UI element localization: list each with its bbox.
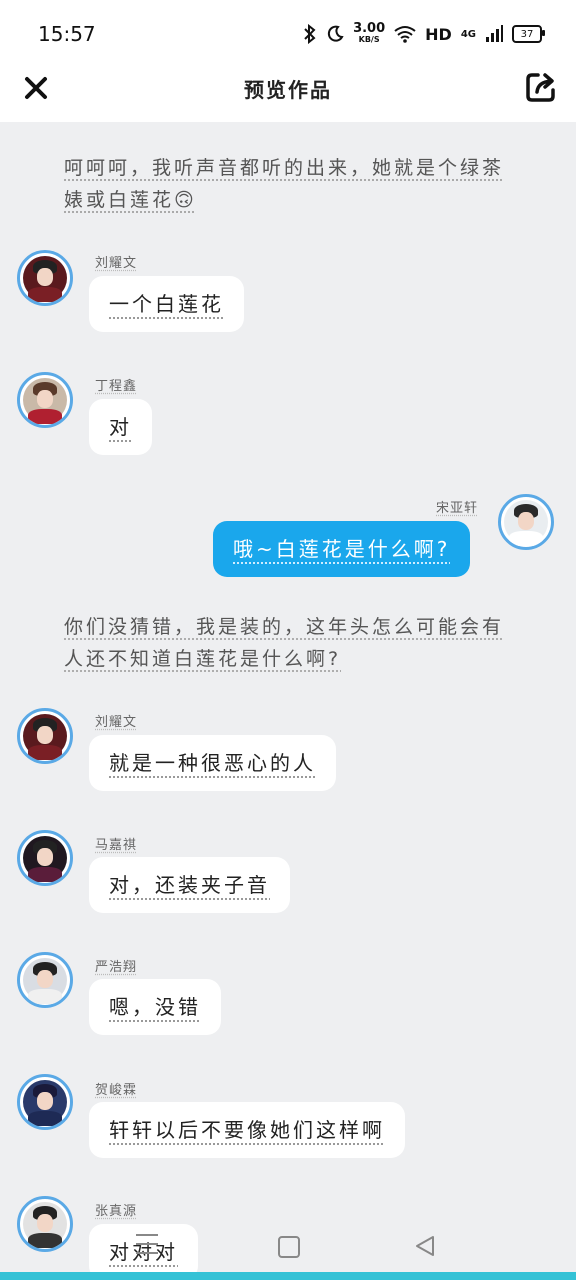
avatar[interactable]	[17, 1074, 73, 1130]
narration-text: 你们没猜错，我是装的，这年头怎么可能会有人还不知道白莲花是什么啊?	[64, 616, 505, 670]
status-time: 15:57	[38, 22, 96, 46]
sender-name: 马嘉祺	[95, 838, 138, 853]
system-nav-bar	[0, 1222, 576, 1272]
message-bubble[interactable]: 轩轩以后不要像她们这样啊	[89, 1102, 405, 1158]
message-bubble[interactable]: 对，还装夹子音	[89, 857, 290, 913]
status-icons: 3.00 KB/S HD 4G 37	[303, 20, 545, 48]
bottom-accent-bar	[0, 1272, 576, 1280]
avatar[interactable]	[498, 494, 554, 550]
avatar[interactable]	[17, 372, 73, 428]
back-icon[interactable]	[414, 1234, 436, 1258]
share-icon[interactable]	[524, 70, 558, 104]
chat-preview[interactable]: 呵呵呵，我听声音都听的出来，她就是个绿茶婊或白莲花🙃 刘耀文 一个白莲花 丁程鑫…	[0, 122, 576, 1280]
net-speed: 3.00 KB/S	[353, 21, 386, 44]
sender-name: 张真源	[95, 1204, 138, 1219]
avatar[interactable]	[17, 708, 73, 764]
message-bubble[interactable]: 对	[89, 399, 152, 455]
battery-icon: 37	[512, 25, 545, 43]
avatar[interactable]	[17, 952, 73, 1008]
sender-name: 贺峻霖	[95, 1083, 138, 1098]
signal-icon	[486, 25, 503, 42]
avatar[interactable]	[17, 250, 73, 306]
sender-name: 严浩翔	[95, 960, 138, 975]
message-bubble[interactable]: 一个白莲花	[89, 276, 244, 332]
sender-name: 刘耀文	[95, 256, 138, 271]
sender-name: 刘耀文	[95, 715, 138, 730]
hd-badge: HD	[425, 24, 452, 44]
network-type: 4G	[460, 28, 476, 40]
sender-name: 宋亚轩	[436, 501, 479, 516]
message-bubble[interactable]: 就是一种很恶心的人	[89, 735, 336, 791]
app-bar: 预览作品	[0, 64, 576, 122]
sender-name: 丁程鑫	[95, 379, 138, 394]
page-title: 预览作品	[244, 78, 332, 102]
moon-icon	[327, 25, 344, 42]
home-icon[interactable]	[278, 1236, 300, 1258]
menu-icon[interactable]	[136, 1234, 158, 1254]
avatar[interactable]	[17, 830, 73, 886]
message-bubble-self[interactable]: 哦~白莲花是什么啊?	[213, 521, 471, 577]
bluetooth-icon	[304, 24, 316, 44]
narration-text: 呵呵呵，我听声音都听的出来，她就是个绿茶婊或白莲花🙃	[64, 157, 505, 211]
wifi-icon	[394, 26, 416, 43]
status-bar: 15:57 3.00 KB/S HD 4G 37	[0, 0, 576, 64]
message-bubble[interactable]: 嗯，没错	[89, 979, 221, 1035]
